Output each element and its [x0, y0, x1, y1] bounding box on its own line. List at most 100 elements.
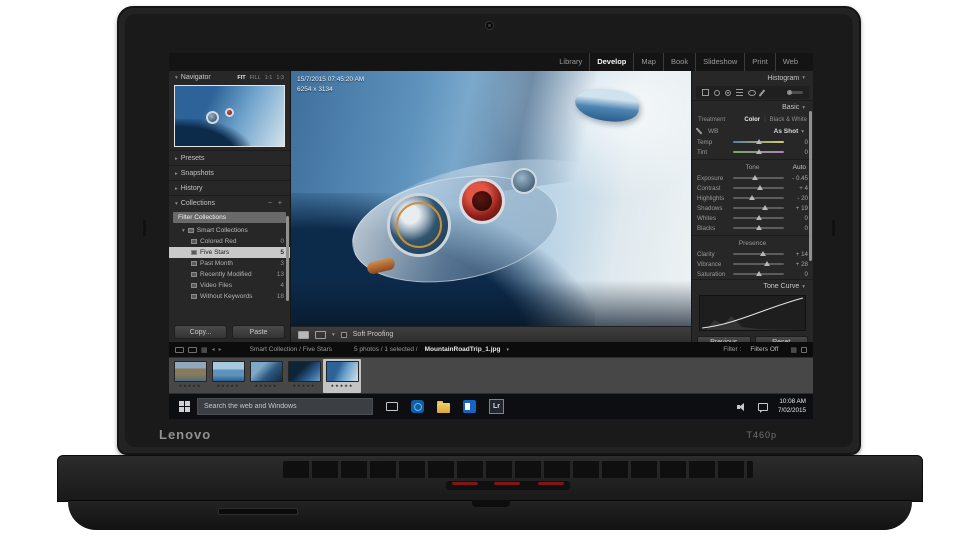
- next-photo-icon[interactable]: ▸: [219, 346, 222, 353]
- soft-proofing-checkbox[interactable]: [340, 331, 347, 338]
- smart-collections-group[interactable]: Smart Collections: [169, 225, 290, 236]
- collection-past-month[interactable]: Past Month 3: [169, 258, 290, 269]
- loupe-view-icon[interactable]: [298, 330, 309, 339]
- filmstrip-thumb-2[interactable]: ★★★★★: [209, 359, 247, 393]
- filter-lock-icon[interactable]: [801, 346, 807, 353]
- tool-switch[interactable]: [787, 90, 803, 95]
- secondary-window-icon[interactable]: [188, 346, 197, 353]
- panel-collections[interactable]: Collections − +: [169, 195, 290, 210]
- edge-browser-icon[interactable]: [411, 400, 424, 413]
- collection-label: Without Keywords: [200, 293, 253, 300]
- breadcrumb[interactable]: Smart Collection / Five Stars: [250, 346, 332, 353]
- notification-center-icon[interactable]: [757, 402, 768, 413]
- panel-history[interactable]: History: [169, 180, 290, 195]
- whites-slider-track[interactable]: [733, 215, 784, 220]
- zoom-fit[interactable]: FIT: [237, 75, 245, 81]
- wb-value-dropdown[interactable]: As Shot: [774, 128, 799, 135]
- thumbnail-filter-icon[interactable]: ▦: [790, 346, 797, 354]
- shadows-slider-track[interactable]: [733, 205, 784, 210]
- module-book[interactable]: Book: [662, 53, 695, 71]
- selected-filename[interactable]: MountainRoadTrip_1.jpg: [425, 346, 501, 353]
- module-map[interactable]: Map: [633, 53, 663, 71]
- collection-without-keywords[interactable]: Without Keywords 18: [169, 291, 290, 302]
- chevron-down-icon[interactable]: ▾: [332, 332, 335, 338]
- photo-canvas[interactable]: 15/7/2015 07:45:20 AM 6254 x 3134: [291, 71, 691, 326]
- red-eye-icon[interactable]: [725, 89, 731, 96]
- search-input[interactable]: [198, 403, 372, 410]
- module-web[interactable]: Web: [774, 53, 805, 71]
- thumbnail-car-blue[interactable]: [249, 361, 283, 382]
- task-view-icon[interactable]: [386, 402, 398, 411]
- thumbnail-car-headlight[interactable]: [325, 361, 359, 382]
- tone-curve-graph[interactable]: [699, 295, 806, 331]
- zoom-fill[interactable]: FILL: [250, 75, 261, 81]
- star-rating[interactable]: ★★★★★: [331, 383, 354, 388]
- spot-removal-icon[interactable]: [714, 89, 720, 96]
- radial-filter-icon[interactable]: [748, 89, 756, 96]
- panel-histogram[interactable]: Histogram ▾: [692, 71, 813, 85]
- saturation-slider-track[interactable]: [733, 271, 784, 276]
- exposure-slider-track[interactable]: [733, 175, 784, 180]
- volume-icon[interactable]: [736, 402, 748, 412]
- eyedropper-icon[interactable]: [695, 127, 703, 135]
- collection-colored-red[interactable]: Colored Red 0: [169, 236, 290, 247]
- star-rating[interactable]: ★★★★★: [255, 383, 278, 388]
- collection-five-stars[interactable]: Five Stars 5: [169, 247, 290, 258]
- module-slideshow[interactable]: Slideshow: [695, 53, 744, 71]
- taskbar-search[interactable]: [197, 398, 373, 415]
- collection-video-files[interactable]: Video Files 4: [169, 280, 290, 291]
- filter-collections-field[interactable]: Filter Collections: [173, 212, 286, 223]
- left-panel-scrollbar[interactable]: [286, 216, 289, 301]
- panel-presets[interactable]: Presets: [169, 150, 290, 165]
- module-print[interactable]: Print: [744, 53, 774, 71]
- zoom-1-3[interactable]: 1:3: [276, 75, 284, 81]
- navigator-preview[interactable]: [174, 85, 285, 147]
- treatment-color-option[interactable]: Color: [744, 117, 760, 123]
- panel-basic[interactable]: Basic ▾: [692, 100, 813, 114]
- previous-photo-icon[interactable]: ◂: [212, 346, 215, 353]
- thumbnail-mountain[interactable]: [173, 361, 207, 382]
- navigator-header[interactable]: Navigator FIT FILL 1:1 1:3: [169, 71, 290, 84]
- lightroom-taskbar-icon[interactable]: Lr: [489, 399, 504, 414]
- graduated-filter-icon[interactable]: [736, 89, 743, 96]
- star-rating[interactable]: ★★★★★: [217, 383, 240, 388]
- contrast-slider-track[interactable]: [733, 185, 784, 190]
- filter-value-dropdown[interactable]: Filters Off: [750, 346, 778, 353]
- tint-slider-track[interactable]: [733, 149, 784, 154]
- auto-button[interactable]: Auto: [793, 164, 806, 171]
- start-button[interactable]: [174, 394, 194, 419]
- star-rating[interactable]: ★★★★★: [179, 383, 202, 388]
- paste-button[interactable]: Paste: [232, 325, 285, 339]
- adjustment-brush-icon[interactable]: [758, 88, 766, 97]
- collections-add-icon[interactable]: − +: [268, 200, 284, 207]
- temp-slider-track[interactable]: [733, 139, 784, 144]
- blacks-slider-track[interactable]: [733, 225, 784, 230]
- file-explorer-icon[interactable]: [437, 400, 450, 413]
- compare-view-icon[interactable]: [315, 330, 326, 339]
- collection-label: Past Month: [200, 260, 233, 267]
- module-library[interactable]: Library: [552, 53, 589, 71]
- copy-button[interactable]: Copy...: [174, 325, 227, 339]
- filmstrip-thumb-3[interactable]: ★★★★★: [247, 359, 285, 393]
- thumbnail-seascape[interactable]: [211, 361, 245, 382]
- panel-snapshots[interactable]: Snapshots: [169, 165, 290, 180]
- filmstrip-thumb-4[interactable]: ★★★★★: [285, 359, 323, 393]
- vibrance-slider-track[interactable]: [733, 261, 784, 266]
- collection-recently-modified[interactable]: Recently Modified 13: [169, 269, 290, 280]
- grid-view-icon[interactable]: ▦: [201, 346, 208, 354]
- zoom-1-1[interactable]: 1:1: [265, 75, 273, 81]
- main-window-icon[interactable]: [175, 346, 184, 353]
- highlights-slider-track[interactable]: [733, 195, 784, 200]
- filmstrip-thumb-1[interactable]: ★★★★★: [171, 359, 209, 393]
- filmstrip-thumb-5-selected[interactable]: ★★★★★: [323, 359, 361, 393]
- treatment-bw-option[interactable]: Black & White: [770, 117, 807, 123]
- thumbnail-car-dark[interactable]: [287, 361, 321, 382]
- right-panel-scrollbar[interactable]: [809, 111, 812, 261]
- star-rating[interactable]: ★★★★★: [293, 383, 316, 388]
- module-develop[interactable]: Develop: [589, 53, 633, 71]
- crop-tool-icon[interactable]: [702, 89, 709, 96]
- taskbar-clock[interactable]: 10:08 AM 7/02/2015: [778, 398, 806, 416]
- panel-tone-curve[interactable]: Tone Curve ▾: [692, 279, 813, 293]
- clarity-slider-track[interactable]: [733, 251, 784, 256]
- store-app-icon[interactable]: [463, 400, 476, 413]
